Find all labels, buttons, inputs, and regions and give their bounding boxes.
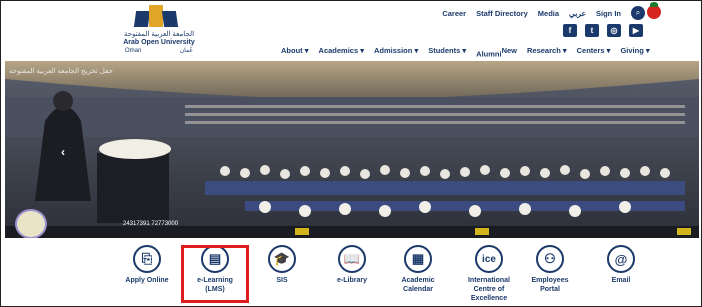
quick-link-apply-online[interactable]: ⎘ Apply Online [112, 245, 182, 285]
graduation-ceremony-image [5, 61, 699, 238]
quick-link-label: Employees Portal [531, 277, 569, 293]
logo-country-en: Oman [125, 48, 142, 54]
quick-link-e-library[interactable]: 📖 e-Library [317, 245, 387, 285]
nav-alumni[interactable]: AlumniNew [476, 46, 517, 59]
quick-link-label: International Centre of Excellence [467, 277, 510, 302]
nav-admission[interactable]: Admission ▾ [374, 46, 418, 59]
chevron-left-icon[interactable]: ‹ [61, 145, 65, 159]
email-at-icon: @ [607, 245, 635, 273]
search-icon[interactable]: ⌕ [631, 6, 645, 20]
library-book-icon: 📖 [338, 245, 366, 273]
quick-link-label: Email [611, 277, 631, 284]
youtube-icon[interactable]: ▶ [629, 24, 643, 37]
graduation-cap-icon: 🎓 [268, 245, 296, 273]
highlight-box [181, 245, 249, 303]
quick-link-label: Academic Calendar [401, 277, 435, 293]
nav-giving[interactable]: Giving ▾ [620, 46, 649, 59]
nav-centers[interactable]: Centers ▾ [577, 46, 611, 59]
top-link-sign-in[interactable]: Sign In [596, 9, 621, 18]
top-links: Career Staff Directory Media عربي Sign I… [442, 6, 645, 20]
calendar-icon: ▦ [404, 245, 432, 273]
quick-link-academic-calendar[interactable]: ▦ Academic Calendar [383, 245, 453, 294]
logo-country-ar: عُمان [179, 48, 193, 54]
logo-arabic-name: الجامعة العربية المفتوحة [123, 31, 195, 38]
quick-link-sis[interactable]: 🎓 SIS [247, 245, 317, 285]
nav-research[interactable]: Research ▾ [527, 46, 567, 59]
quick-links: ⎘ Apply Online ▤ e-Learning (LMS) 🎓 SIS … [1, 241, 701, 306]
nav-academics[interactable]: Academics ▾ [319, 46, 364, 59]
university-logo[interactable]: الجامعة العربية المفتوحة Arab Open Unive… [119, 3, 199, 59]
nav-students[interactable]: Students ▾ [428, 46, 466, 59]
top-link-arabic[interactable]: عربي [569, 9, 586, 18]
oman-flag-icon[interactable] [647, 2, 661, 19]
quick-link-employees-portal[interactable]: ⚇ Employees Portal [515, 245, 585, 294]
ice-icon: ice [475, 245, 503, 273]
nav-about[interactable]: About ▾ [281, 46, 309, 59]
twitter-icon[interactable]: t [585, 24, 599, 37]
new-badge: New [501, 46, 517, 55]
event-badge-icon [15, 209, 47, 238]
logo-english-name: Arab Open University [123, 39, 195, 46]
hero-banner: حفل تخريج الجامعة العربية المفتوحة ‹ 243… [5, 61, 699, 238]
social-links: f t ◎ ▶ [563, 24, 643, 37]
apply-online-icon: ⎘ [133, 245, 161, 273]
quick-link-ice[interactable]: ice International Centre of Excellence [454, 245, 524, 303]
top-link-media[interactable]: Media [538, 9, 559, 18]
site-header: الجامعة العربية المفتوحة Arab Open Unive… [1, 1, 701, 61]
page-frame: الجامعة العربية المفتوحة Arab Open Unive… [0, 0, 702, 307]
top-link-career[interactable]: Career [442, 9, 466, 18]
logo-mark-icon [133, 3, 183, 29]
employees-icon: ⚇ [536, 245, 564, 273]
quick-link-label: SIS [276, 277, 288, 284]
quick-link-label: e-Library [337, 277, 367, 284]
hero-caption: حفل تخريج الجامعة العربية المفتوحة [9, 68, 113, 75]
quick-link-label: Apply Online [125, 277, 169, 284]
main-nav: About ▾ Academics ▾ Admission ▾ Students… [281, 46, 650, 59]
top-link-staff-directory[interactable]: Staff Directory [476, 9, 528, 18]
hero-phone-text: 24317391 72773000 [123, 221, 179, 227]
quick-link-email[interactable]: @ Email [586, 245, 656, 285]
instagram-icon[interactable]: ◎ [607, 24, 621, 37]
facebook-icon[interactable]: f [563, 24, 577, 37]
